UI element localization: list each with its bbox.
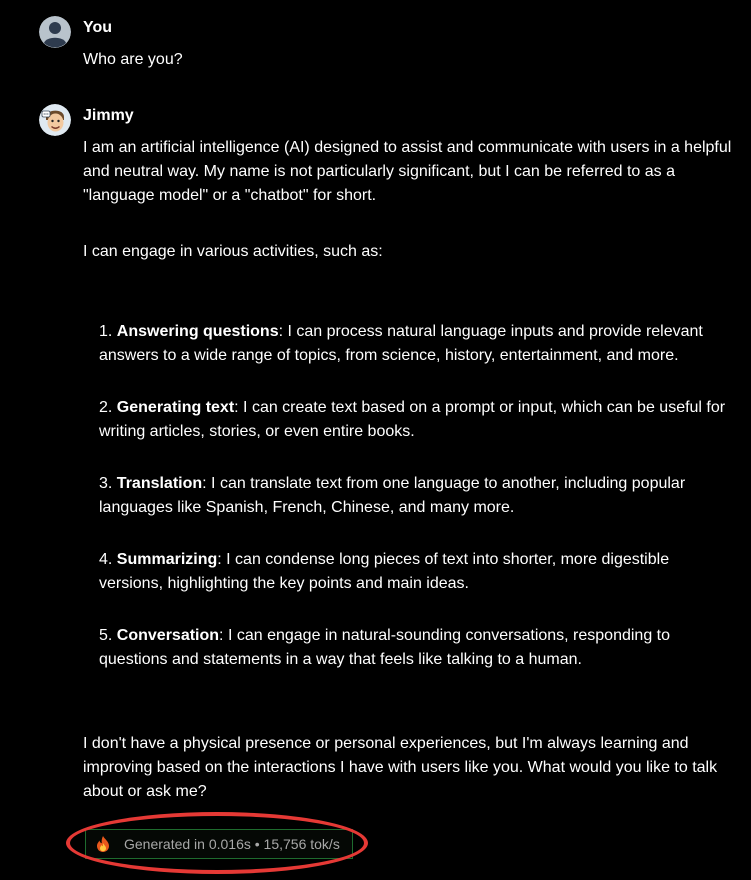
list-item-title: Answering questions — [116, 323, 279, 340]
list-item-number: 1. — [99, 323, 117, 340]
assistant-intro: I am an artificial intelligence (AI) des… — [83, 136, 733, 208]
list-item-title: Generating text — [116, 399, 235, 416]
list-item: 1. Answering questions: I can process na… — [99, 320, 729, 368]
list-item-number: 2. — [99, 399, 117, 416]
closing-paragraph: I don't have a physical presence or pers… — [83, 735, 718, 800]
assistant-author-name: Jimmy — [83, 107, 134, 124]
user-message-text: Who are you? — [83, 51, 183, 68]
list-item-number: 3. — [99, 475, 117, 492]
list-item-number: 4. — [99, 551, 117, 568]
list-item-title: Summarizing — [116, 551, 218, 568]
intro-paragraph: I am an artificial intelligence (AI) des… — [83, 139, 732, 204]
list-item-title: Translation — [116, 475, 203, 492]
list-item-title: Conversation — [116, 627, 220, 644]
list-item: 4. Summarizing: I can condense long piec… — [99, 548, 729, 596]
activities-lead-paragraph: I can engage in various activities, such… — [83, 243, 383, 260]
user-author-name: You — [83, 19, 113, 36]
assistant-avatar — [39, 104, 71, 136]
list-item-number: 5. — [99, 627, 117, 644]
highlight-annotation-ring — [66, 812, 368, 874]
assistant-closing: I don't have a physical presence or pers… — [83, 732, 733, 804]
list-item: 3. Translation: I can translate text fro… — [99, 472, 729, 520]
user-silhouette-icon — [39, 16, 71, 48]
assistant-activities-lead: I can engage in various activities, such… — [83, 240, 733, 264]
list-item: 2. Generating text: I can create text ba… — [99, 396, 729, 444]
user-avatar — [39, 16, 71, 48]
cartoon-face-avatar — [39, 104, 71, 136]
list-item: 5. Conversation: I can engage in natural… — [99, 624, 729, 672]
